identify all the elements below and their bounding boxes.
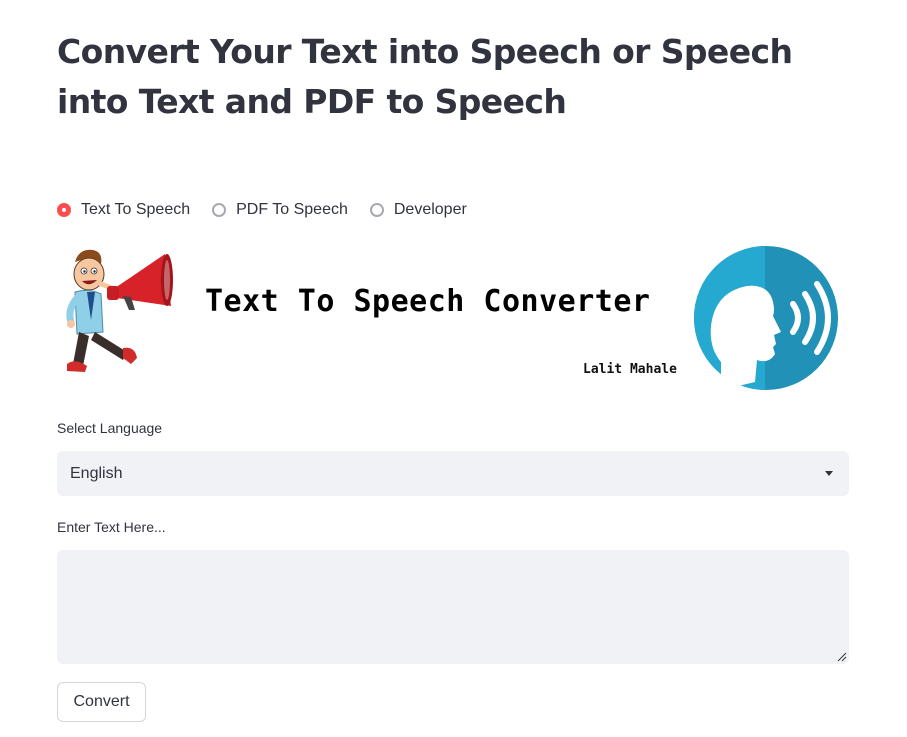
language-selected-value: English bbox=[70, 464, 123, 482]
resize-handle-icon[interactable] bbox=[837, 652, 847, 662]
megaphone-man-icon bbox=[66, 249, 173, 372]
radio-label: PDF To Speech bbox=[236, 201, 348, 218]
language-label: Select Language bbox=[57, 420, 163, 436]
language-select[interactable]: English bbox=[57, 451, 849, 496]
radio-text-to-speech[interactable]: Text To Speech bbox=[57, 201, 190, 219]
banner-author: Lalit Mahale bbox=[583, 362, 677, 377]
radio-checked-icon[interactable] bbox=[57, 203, 71, 217]
radio-label: Developer bbox=[393, 201, 467, 218]
banner-image: Text To Speech Converter Lalit Mahale bbox=[57, 240, 849, 390]
radio-unchecked-icon[interactable] bbox=[212, 203, 227, 217]
banner-title: Text To Speech Converter bbox=[205, 284, 651, 319]
caret-down-icon[interactable] bbox=[825, 471, 833, 476]
radio-developer[interactable]: Developer bbox=[369, 201, 467, 219]
page-title: Convert Your Text into Speech or Speech … bbox=[57, 32, 793, 121]
mode-radio-group: Text To Speech PDF To Speech Developer bbox=[57, 198, 489, 222]
radio-pdf-to-speech[interactable]: PDF To Speech bbox=[212, 201, 348, 219]
radio-label: Text To Speech bbox=[81, 201, 191, 218]
convert-button[interactable]: Convert bbox=[57, 682, 146, 722]
text-input-area[interactable] bbox=[57, 550, 849, 664]
radio-unchecked-icon[interactable] bbox=[369, 203, 384, 217]
speaking-head-icon bbox=[694, 246, 838, 390]
text-input-label: Enter Text Here... bbox=[57, 519, 166, 535]
